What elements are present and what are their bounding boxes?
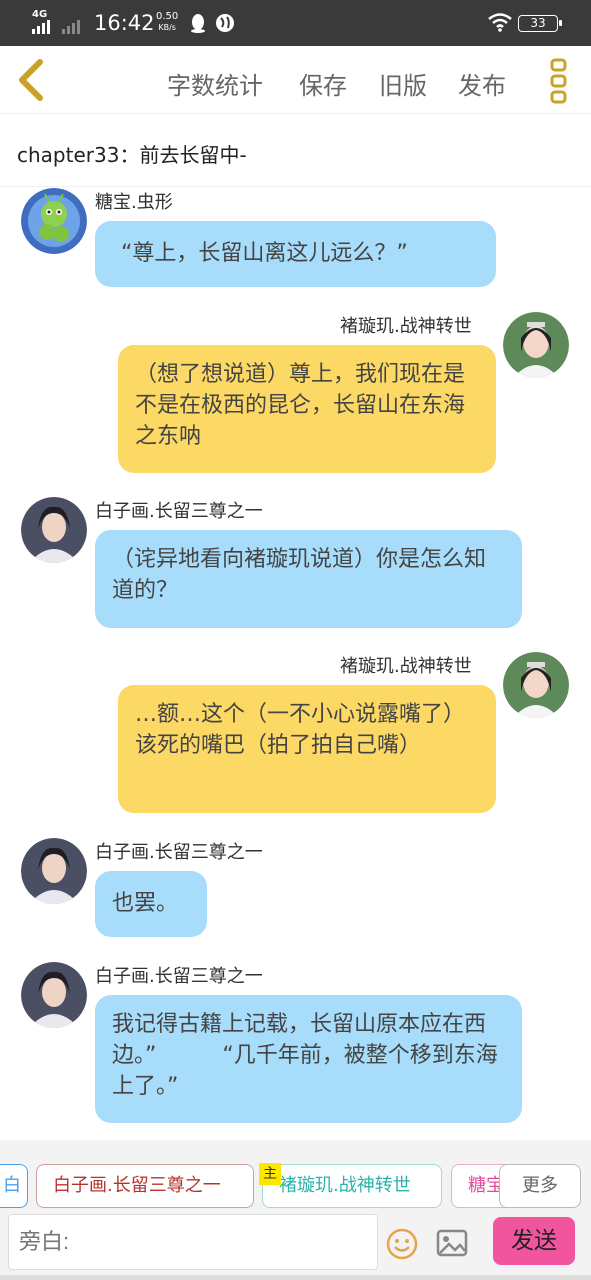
more-roles-button[interactable]: 更多: [499, 1164, 581, 1208]
chapter-header: chapter33：前去长留中-: [0, 115, 591, 187]
message-bubble[interactable]: （诧异地看向褚璇玑说道）你是怎么知道的？: [95, 530, 522, 628]
battery-indicator: 33: [518, 15, 562, 32]
chat-message[interactable]: 糖宝.虫形 “尊上，长留山离这儿远么？”: [0, 188, 591, 288]
word-count-button[interactable]: 字数统计: [167, 66, 263, 101]
avatar-chu-xuanji[interactable]: [503, 652, 569, 718]
chapter-title[interactable]: chapter33：前去长留中-: [17, 139, 247, 168]
network-type: 4G: [32, 9, 48, 20]
role-chip-bai-zihua[interactable]: 白子画.长留三尊之一: [36, 1164, 254, 1208]
clock: 16:42: [94, 11, 155, 35]
back-arrow-icon[interactable]: [12, 58, 52, 102]
avatar-bai-zihua[interactable]: [21, 497, 87, 563]
chat-message[interactable]: 白子画.长留三尊之一 （诧异地看向褚璇玑说道）你是怎么知道的？: [0, 497, 591, 629]
signal-icon: [32, 20, 80, 34]
message-bubble[interactable]: 也罢。: [95, 871, 207, 937]
speaker-name: 褚璇玑.战神转世: [340, 316, 472, 337]
wifi-icon: [488, 13, 512, 32]
speaker-name: 褚璇玑.战神转世: [340, 656, 472, 677]
speed-unit: KB/s: [158, 23, 176, 32]
composer-area: 白 白子画.长留三尊之一 褚璇玑.战神转世 主 糖宝 更多 发送: [0, 1140, 591, 1280]
network-speed: 0.50 KB/s: [156, 11, 178, 33]
role-chip-narrator[interactable]: 白: [0, 1164, 28, 1208]
avatar-chu-xuanji[interactable]: [503, 312, 569, 378]
avatar-bai-zihua[interactable]: [21, 838, 87, 904]
speaker-name: 白子画.长留三尊之一: [95, 501, 263, 522]
more-menu-icon[interactable]: [549, 58, 569, 104]
chat-message[interactable]: 白子画.长留三尊之一 也罢。: [0, 838, 591, 938]
speaker-name: 白子画.长留三尊之一: [95, 966, 263, 987]
message-bubble[interactable]: （想了想说道）尊上，我们现在是不是在极西的昆仑，长留山在东海之东呐: [118, 345, 496, 473]
emoji-icon[interactable]: [386, 1228, 418, 1260]
speaker-name: 白子画.长留三尊之一: [95, 842, 263, 863]
speed-value: 0.50: [156, 11, 179, 22]
old-version-button[interactable]: 旧版: [379, 66, 427, 101]
role-chip-chu-xuanji[interactable]: 褚璇玑.战神转世: [262, 1164, 442, 1208]
chat-message[interactable]: 白子画.长留三尊之一 我记得古籍上记载，长留山原本应在西边。” “几千年前，被整…: [0, 962, 591, 1126]
message-bubble[interactable]: “尊上，长留山离这儿远么？”: [95, 221, 496, 287]
avatar-bai-zihua[interactable]: [21, 962, 87, 1028]
speaker-name: 糖宝.虫形: [95, 192, 173, 213]
qq-icon: [191, 14, 205, 33]
status-bar: 4G 16:42 0.50 KB/s 33: [0, 0, 591, 46]
avatar-caterpillar[interactable]: [21, 188, 87, 254]
chat-message[interactable]: 褚璇玑.战神转世 …额…这个（一不小心说露嘴了）该死的嘴巴（拍了拍自己嘴）: [0, 652, 591, 814]
protagonist-badge: 主: [259, 1163, 281, 1185]
browser-icon: [216, 14, 234, 32]
chip-scrollbar[interactable]: [0, 1275, 591, 1280]
publish-button[interactable]: 发布: [458, 66, 506, 101]
message-bubble[interactable]: 我记得古籍上记载，长留山原本应在西边。” “几千年前，被整个移到东海上了。”: [95, 995, 522, 1123]
save-button[interactable]: 保存: [299, 66, 347, 101]
send-button[interactable]: 发送: [493, 1217, 575, 1265]
message-input[interactable]: [8, 1214, 378, 1270]
message-bubble[interactable]: …额…这个（一不小心说露嘴了）该死的嘴巴（拍了拍自己嘴）: [118, 685, 496, 813]
editor-toolbar: 字数统计 保存 旧版 发布: [0, 46, 591, 114]
image-icon[interactable]: [436, 1228, 468, 1258]
chat-message[interactable]: 褚璇玑.战神转世 （想了想说道）尊上，我们现在是不是在极西的昆仑，长留山在东海之…: [0, 312, 591, 474]
